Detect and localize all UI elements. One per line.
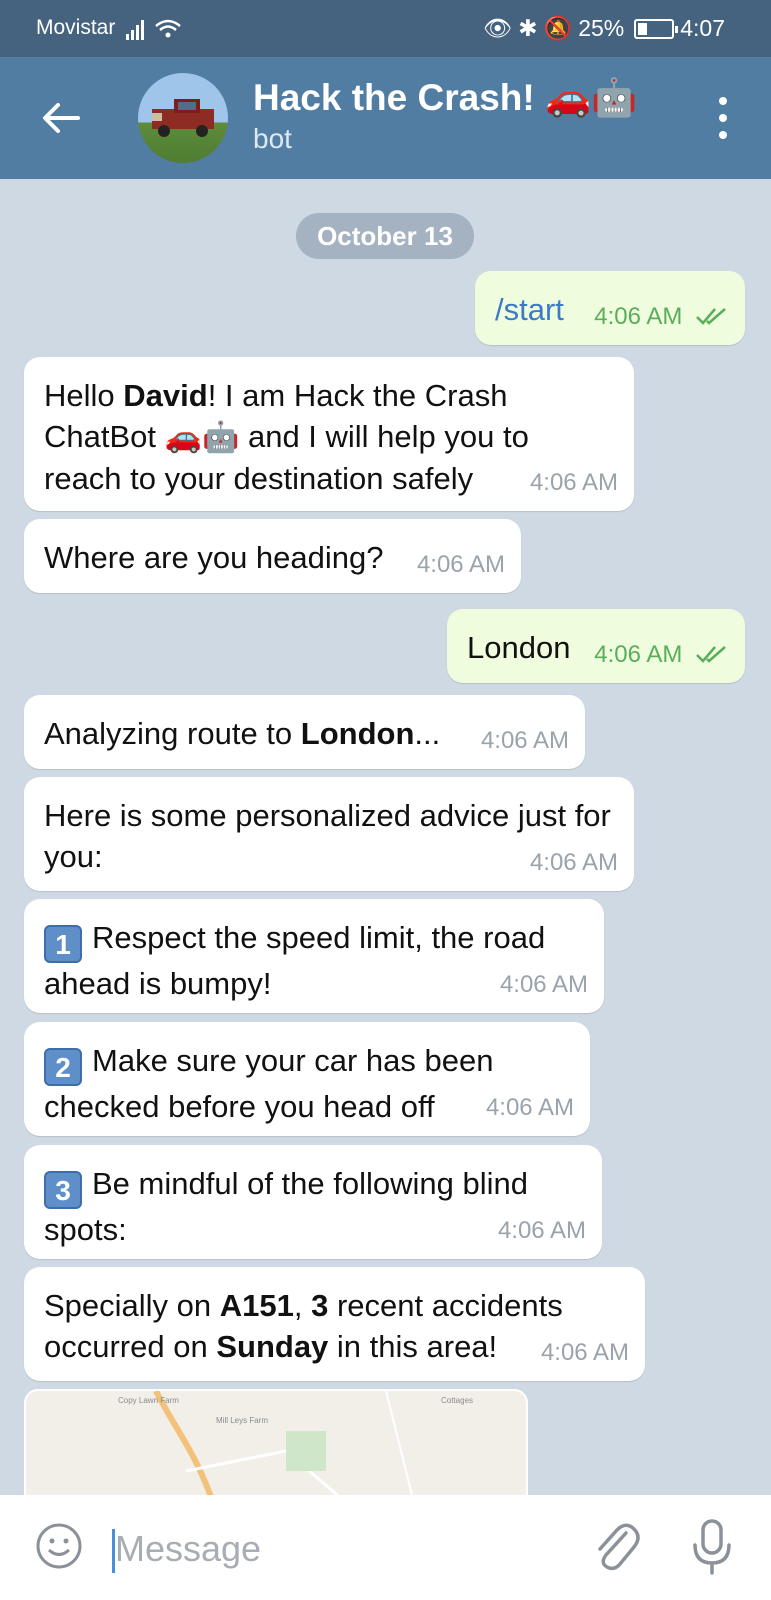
message-text: Here is some personalized advice just fo…	[44, 798, 611, 874]
mute-icon: 🔕	[543, 15, 573, 41]
message-incoming[interactable]: 3 Be mindful of the following blind spots…	[24, 1145, 602, 1259]
map-label: Mill Leys Farm	[216, 1416, 268, 1425]
carrier-name: Movistar	[36, 16, 116, 39]
double-check-icon	[696, 308, 726, 325]
emoji-icon[interactable]	[34, 1521, 84, 1576]
chat-header: Hack the Crash! 🚗🤖 bot	[0, 57, 771, 179]
keycap-1-emoji: 1	[44, 925, 82, 963]
signal-wifi-icon	[126, 14, 186, 48]
message-time: 4:06 AM	[416, 551, 505, 578]
message-text: Be mindful of the following blind spots:	[44, 1166, 528, 1247]
message-incoming[interactable]: 2 Make sure your car has been checked bef…	[24, 1022, 590, 1136]
clock: 4:07	[680, 15, 725, 41]
message-time: 4:06 AM	[594, 634, 729, 675]
bot-avatar[interactable]	[138, 73, 228, 163]
message-text: Hello David! I am Hack the Crash ChatBot…	[44, 378, 529, 496]
keycap-2-emoji: 2	[44, 1048, 82, 1086]
microphone-icon[interactable]	[690, 1517, 734, 1582]
keycap-3-emoji: 3	[44, 1171, 82, 1209]
more-menu-icon[interactable]	[713, 97, 733, 139]
message-outgoing[interactable]: /start 4:06 AM	[475, 271, 745, 345]
date-separator: October 13	[296, 213, 474, 259]
message-incoming[interactable]: 1 Respect the speed limit, the road ahead…	[24, 899, 604, 1013]
message-time: 4:06 AM	[499, 971, 588, 998]
eye-icon: 👁	[483, 15, 513, 41]
map-label: Cottages	[441, 1396, 473, 1405]
message-time: 4:06 AM	[594, 296, 729, 337]
message-outgoing[interactable]: London 4:06 AM	[447, 609, 745, 683]
message-incoming[interactable]: Hello David! I am Hack the Crash ChatBot…	[24, 357, 634, 511]
status-bar: Movistar 👁 ✱ 🔕 25% 4:07	[0, 0, 771, 57]
message-input[interactable]	[115, 1523, 555, 1575]
message-text: Respect the speed limit, the road ahead …	[44, 920, 546, 1001]
message-list[interactable]: October 13 /start 4:06 AM Hello David! I…	[0, 179, 771, 1495]
message-text: Make sure your car has been checked befo…	[44, 1043, 494, 1124]
battery-percent: 25%	[578, 15, 625, 41]
message-time: 4:06 AM	[540, 1339, 629, 1366]
map-preview[interactable]: Copy Lawn Farm Mill Leys Farm Cottages	[24, 1389, 528, 1495]
battery-icon	[634, 18, 679, 39]
message-time: 4:06 AM	[497, 1217, 586, 1244]
message-time: 4:06 AM	[529, 469, 618, 496]
chat-subtitle: bot	[253, 123, 292, 154]
attach-icon[interactable]	[590, 1519, 640, 1580]
message-incoming[interactable]: Here is some personalized advice just fo…	[24, 777, 634, 891]
message-composer	[0, 1495, 771, 1600]
message-text: /start	[495, 292, 564, 327]
message-text: Analyzing route to London...	[44, 716, 441, 751]
message-time: 4:06 AM	[485, 1094, 574, 1121]
message-text: Where are you heading?	[44, 540, 384, 575]
car-robot-emoji: 🚗🤖	[164, 421, 240, 454]
chat-title: Hack the Crash! 🚗🤖	[253, 77, 638, 118]
message-incoming[interactable]: Analyzing route to London... 4:06 AM	[24, 695, 585, 769]
message-incoming[interactable]: Where are you heading? 4:06 AM	[24, 519, 521, 593]
bluetooth-icon: ✱	[518, 15, 538, 41]
message-time: 4:06 AM	[529, 849, 618, 876]
message-time: 4:06 AM	[480, 727, 569, 754]
message-text: Specially on A151, 3 recent accidents oc…	[44, 1288, 563, 1364]
back-arrow-icon[interactable]	[38, 95, 84, 141]
message-text: London	[467, 630, 571, 665]
map-label: Copy Lawn Farm	[118, 1396, 179, 1405]
double-check-icon	[696, 646, 726, 663]
message-incoming[interactable]: Specially on A151, 3 recent accidents oc…	[24, 1267, 645, 1381]
